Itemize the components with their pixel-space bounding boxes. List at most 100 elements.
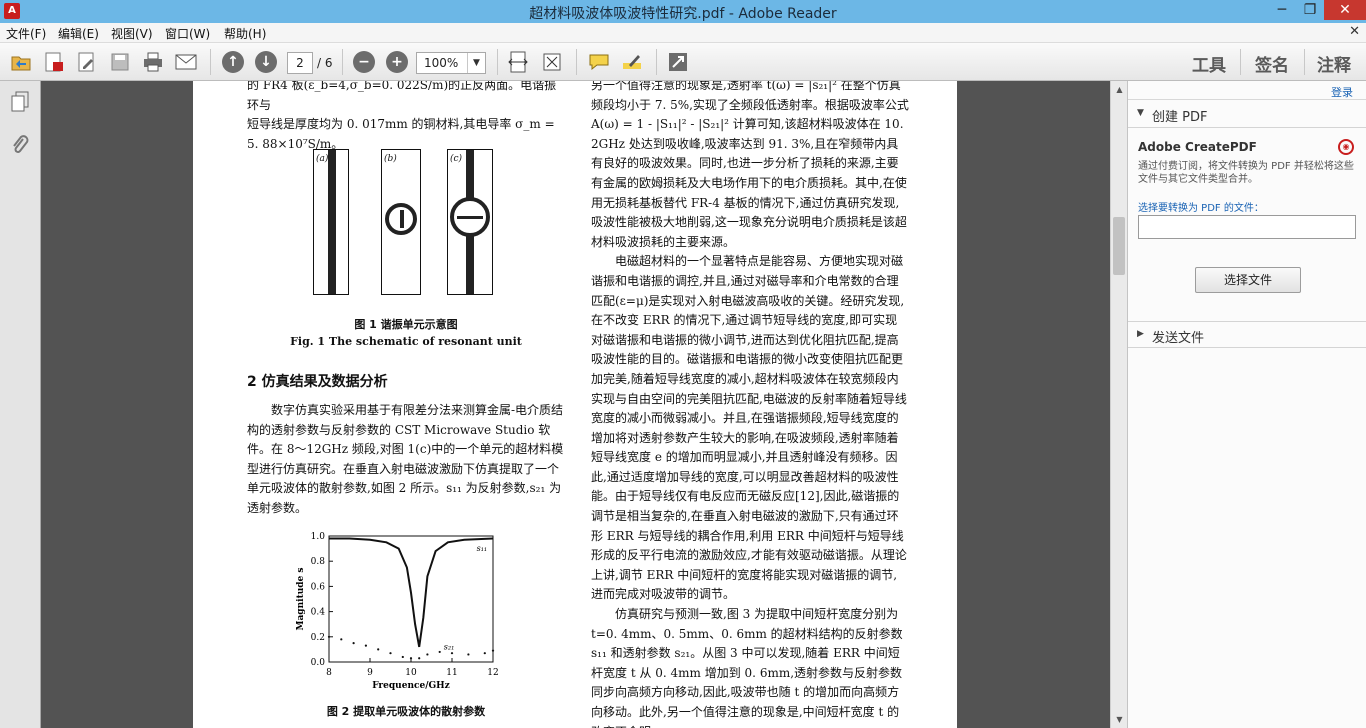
document-viewport[interactable]: 的 FR4 板(ε_b=4,σ_b=0. 022S/m)的正反两面。电谐振环与 …	[41, 81, 1110, 728]
fig2-caption-cn: 图 2 提取单元吸波体的散射参数	[326, 705, 486, 718]
toolbar-separator	[1240, 49, 1241, 75]
toolbar-separator	[656, 49, 657, 75]
create-pdf-description: 通过付费订阅，将文件转换为 PDF 并轻松将这些文件与其它文件类型合并。	[1138, 161, 1354, 185]
menu-edit[interactable]: 编辑(E)	[58, 25, 99, 42]
fig1-caption-en: Fig. 1 The schematic of resonant unit	[290, 335, 522, 348]
x-tick-label: 10	[405, 668, 417, 678]
previous-page-button[interactable]: ↑	[221, 50, 245, 74]
create-pdf-icon[interactable]	[42, 50, 66, 74]
paragraph-text: 数字仿真实验采用基于有限差分法来测算金属-电介质结构的透射参数与反射参数的 CS…	[247, 403, 564, 515]
file-path-input[interactable]	[1138, 215, 1356, 239]
x-tick-label: 8	[326, 668, 332, 678]
fig1-caption-cn: 图 1 谐振单元示意图	[354, 318, 458, 331]
paragraph-text: 另一个值得注意的现象是,透射率 t(ω) = |s₂₁|² 在整个仿真频段均小于…	[591, 81, 909, 249]
paragraph-text: 电磁超材料的一个显著特点是能容易、方便地实现对磁谐振和电谐振的调控,并且,通过对…	[591, 254, 907, 602]
series-point-s21	[483, 652, 486, 655]
series-label-s11: s₁₁	[477, 544, 488, 553]
expand-icon[interactable]	[666, 50, 690, 74]
open-file-icon[interactable]	[9, 50, 33, 74]
text-line: 短导线是厚度均为 0. 017mm 的铜材料,其电导率 σ_m =	[247, 117, 555, 132]
email-icon[interactable]	[174, 50, 198, 74]
chevron-down-icon[interactable]: ▼	[467, 53, 485, 73]
minimize-button[interactable]: ─	[1268, 0, 1296, 20]
create-pdf-heading: Adobe CreatePDF	[1138, 140, 1257, 154]
zoom-out-button[interactable]: −	[352, 50, 376, 74]
acrobat-icon: ◉	[1338, 139, 1354, 155]
fig1-label-b: (b)	[384, 154, 397, 164]
edit-pdf-icon[interactable]	[75, 50, 99, 74]
series-point-s21	[450, 652, 454, 655]
login-link[interactable]: 登录	[1331, 84, 1353, 100]
triangle-down-icon: ▼	[1137, 108, 1144, 118]
fit-page-icon[interactable]	[540, 50, 564, 74]
page-total: / 6	[317, 56, 333, 70]
send-file-section-header[interactable]: ▶ 发送文件	[1128, 323, 1366, 347]
pages-icon[interactable]	[9, 91, 31, 115]
toolbar-separator	[497, 49, 498, 75]
scattering-parameter-chart: 8 9 10 11 12 0.0 0.2 0.4 0.6 0.8 1.0 Frequence/GHz M…	[296, 532, 499, 691]
toolbar-separator	[576, 49, 577, 75]
select-file-button[interactable]: 选择文件	[1195, 267, 1301, 293]
restore-button[interactable]: ❐	[1296, 0, 1324, 20]
fig1-panel-a: (a)	[313, 149, 349, 295]
x-axis-label: Frequence/GHz	[372, 681, 450, 691]
menu-bar: 文件(F) 编辑(E) 视图(V) 窗口(W) 帮助(H) ✕	[0, 23, 1366, 43]
x-tick-label: 12	[487, 668, 498, 678]
menu-view[interactable]: 视图(V)	[111, 25, 153, 42]
comment-icon[interactable]	[587, 50, 611, 74]
title-bar: A 超材料吸波体吸波特性研究.pdf - Adobe Reader ─ ❐ ✕	[0, 0, 1366, 23]
save-icon[interactable]	[108, 50, 132, 74]
series-label-s21: s₂₁	[444, 642, 455, 651]
y-tick-label: 1.0	[311, 532, 326, 542]
fit-width-icon[interactable]	[506, 50, 530, 74]
menu-help[interactable]: 帮助(H)	[224, 25, 266, 42]
x-tick-label: 11	[446, 668, 457, 678]
zoom-select[interactable]: 100% ▼	[416, 52, 486, 74]
comment-tab[interactable]: 注释	[1317, 51, 1351, 76]
paragraph-text: 仿真研究与预测一致,图 3 为提取中间短杆宽度分别为 t=0. 4mm、0. 5…	[591, 607, 903, 728]
print-icon[interactable]	[141, 50, 165, 74]
page-number-input[interactable]: 2	[287, 52, 313, 74]
scroll-up-icon[interactable]: ▲	[1111, 81, 1128, 98]
series-point-s21	[364, 644, 367, 647]
close-button[interactable]: ✕	[1324, 0, 1366, 20]
task-pane-header: 登录	[1128, 81, 1366, 100]
attachment-icon[interactable]	[9, 133, 31, 157]
figure-2-chart: 8 9 10 11 12 0.0 0.2 0.4 0.6 0.8 1.0 Frequence/GHz M…	[291, 528, 521, 708]
fig1-panel-b: (b)	[381, 149, 421, 295]
next-page-button[interactable]: ↓	[254, 50, 278, 74]
scroll-down-icon[interactable]: ▼	[1111, 711, 1128, 728]
x-tick-label: 9	[367, 668, 373, 678]
pdf-page: 的 FR4 板(ε_b=4,σ_b=0. 022S/m)的正反两面。电谐振环与 …	[193, 81, 957, 728]
send-file-label: 发送文件	[1152, 331, 1205, 346]
y-axis-label: Magnitude s	[296, 568, 306, 631]
select-file-link[interactable]: 选择要转换为 PDF 的文件：	[1138, 199, 1264, 214]
document-scrollbar[interactable]: ▲ ▼	[1110, 81, 1127, 728]
y-tick-label: 0.6	[311, 582, 326, 592]
fig1-label-a: (a)	[316, 154, 329, 164]
toolbar: ↑ ↓ 2 / 6 − + 100% ▼ 工具 签名 注释	[0, 43, 1366, 81]
menu-file[interactable]: 文件(F)	[6, 25, 46, 42]
fig1-panel-c: (c)	[447, 149, 493, 295]
divider	[1128, 127, 1366, 128]
menu-window[interactable]: 窗口(W)	[165, 25, 210, 42]
left-column-top: 的 FR4 板(ε_b=4,σ_b=0. 022S/m)的正反两面。电谐振环与 …	[247, 81, 565, 154]
series-point-s21	[327, 635, 331, 638]
tools-tab[interactable]: 工具	[1192, 51, 1226, 76]
series-line-s11	[329, 537, 494, 648]
section-heading: 2 仿真结果及数据分析	[247, 374, 388, 390]
divider	[1128, 321, 1366, 322]
highlight-icon[interactable]	[620, 50, 644, 74]
create-pdf-label: 创建 PDF	[1152, 110, 1208, 125]
toolbar-separator	[342, 49, 343, 75]
close-document-icon[interactable]: ✕	[1349, 24, 1360, 39]
sign-tab[interactable]: 签名	[1255, 51, 1289, 76]
create-pdf-section-header[interactable]: ▼ 创建 PDF	[1128, 102, 1366, 126]
section-paragraph: 数字仿真实验采用基于有限差分法来测算金属-电介质结构的透射参数与反射参数的 CS…	[247, 401, 565, 519]
y-tick-label: 0.4	[311, 608, 326, 618]
y-tick-label: 0.2	[311, 633, 325, 643]
toolbar-separator	[1304, 49, 1305, 75]
zoom-in-button[interactable]: +	[385, 50, 409, 74]
scroll-thumb[interactable]	[1113, 217, 1125, 275]
triangle-right-icon: ▶	[1137, 329, 1144, 339]
